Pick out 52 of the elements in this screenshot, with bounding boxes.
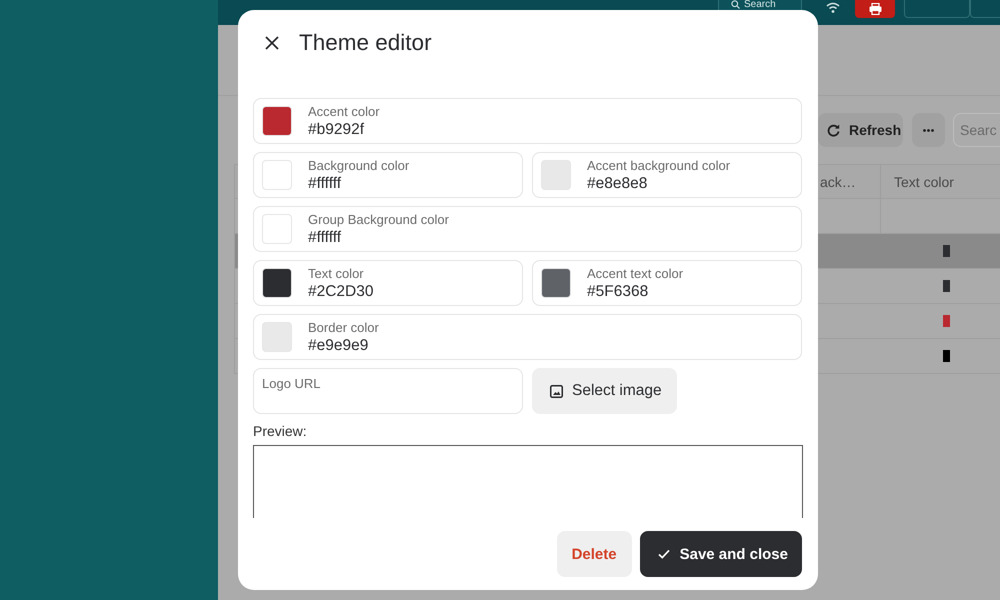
field-label: Accent color <box>308 104 380 120</box>
field-value: #e8e8e8 <box>587 174 648 192</box>
field-label: Accent text color <box>587 266 684 282</box>
field-label: Text color <box>308 266 365 282</box>
table-row[interactable] <box>819 234 1000 268</box>
wifi-icon[interactable] <box>826 2 840 13</box>
color-field[interactable]: Accent color #b9292f <box>253 98 802 144</box>
color-swatch-icon[interactable] <box>262 214 292 244</box>
field-value: #5F6368 <box>587 282 650 300</box>
color-swatch-icon[interactable] <box>262 322 292 352</box>
more-icon <box>923 128 934 132</box>
logo-url-field[interactable]: Logo URL <box>253 368 523 414</box>
more-button[interactable] <box>912 113 945 147</box>
column-header[interactable]: ack… <box>819 174 856 190</box>
color-field[interactable]: Background color #ffffff <box>253 152 523 198</box>
field-value: #ffffff <box>308 228 342 246</box>
color-field[interactable]: Accent text color #5F6368 <box>532 260 802 306</box>
preview-label: Preview: <box>253 422 308 440</box>
color-swatch-icon[interactable] <box>541 268 571 298</box>
field-value: #ffffff <box>308 174 342 192</box>
color-field[interactable]: Group Background color #ffffff <box>253 206 802 252</box>
color-swatch-icon[interactable] <box>262 160 292 190</box>
color-swatch-icon[interactable] <box>541 160 571 190</box>
color-field[interactable]: Border color #e9e9e9 <box>253 314 802 360</box>
close-icon <box>265 36 279 50</box>
delete-button[interactable]: Delete <box>556 531 632 577</box>
table-filter-input[interactable]: Searc <box>953 113 1000 147</box>
search-icon <box>731 0 740 9</box>
field-value: #e9e9e9 <box>308 336 370 354</box>
check-icon <box>658 549 670 559</box>
color-field[interactable]: Text color #2C2D30 <box>253 260 523 306</box>
field-label: Accent background color <box>587 158 730 174</box>
printer-icon <box>868 3 882 15</box>
column-header[interactable]: Text color <box>881 174 954 190</box>
color-swatch-icon[interactable] <box>262 268 292 298</box>
field-label: Border color <box>308 320 379 336</box>
refresh-button[interactable]: Refresh <box>818 113 903 147</box>
field-label: Logo URL <box>262 376 321 392</box>
field-value: #b9292f <box>308 120 366 138</box>
dialog-title: Theme editor <box>299 32 432 54</box>
color-field[interactable]: Accent background color #e8e8e8 <box>532 152 802 198</box>
refresh-icon <box>827 124 840 136</box>
field-value: #2C2D30 <box>308 282 374 300</box>
color-swatch-icon[interactable] <box>262 106 292 136</box>
printer-button[interactable] <box>855 0 895 18</box>
top-bar-button[interactable] <box>904 0 970 18</box>
image-icon <box>550 384 563 398</box>
top-bar-button[interactable] <box>970 0 1000 18</box>
save-button[interactable]: Save and close <box>640 531 802 577</box>
select-image-button[interactable]: Select image <box>532 368 677 414</box>
field-label: Background color <box>308 158 410 174</box>
field-label: Group Background color <box>308 212 449 228</box>
